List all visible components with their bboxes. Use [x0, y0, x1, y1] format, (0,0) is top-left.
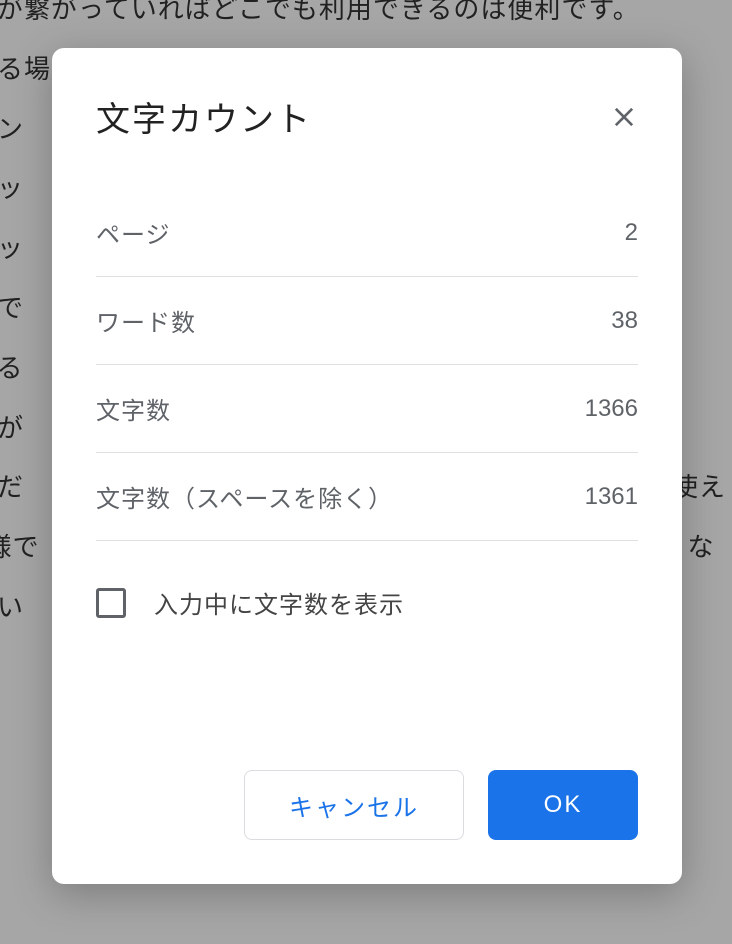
dialog-actions: キャンセル OK	[96, 770, 638, 840]
close-icon[interactable]	[610, 103, 638, 131]
stat-chars-no-spaces-row: 文字数（スペースを除く） 1361	[96, 453, 638, 541]
dialog-header: 文字カウント	[96, 92, 638, 141]
show-live-count-checkbox[interactable]	[96, 588, 126, 618]
stat-pages-value: 2	[625, 219, 638, 247]
cancel-button[interactable]: キャンセル	[244, 770, 464, 840]
stat-words-value: 38	[611, 307, 638, 335]
stat-chars-label: 文字数	[96, 391, 171, 426]
stat-chars-value: 1366	[585, 395, 638, 423]
ok-button[interactable]: OK	[488, 770, 638, 840]
stat-pages-label: ページ	[96, 215, 171, 250]
stat-chars-row: 文字数 1366	[96, 365, 638, 453]
dialog-title: 文字カウント	[96, 92, 312, 141]
stat-words-row: ワード数 38	[96, 277, 638, 365]
show-live-count-label: 入力中に文字数を表示	[154, 585, 404, 620]
word-count-dialog: 文字カウント ページ 2 ワード数 38 文字数 1366 文字数（スペースを除…	[52, 48, 682, 884]
stat-chars-no-spaces-value: 1361	[585, 483, 638, 511]
stat-words-label: ワード数	[96, 303, 196, 338]
stat-pages-row: ページ 2	[96, 189, 638, 277]
show-live-count-checkbox-row[interactable]: 入力中に文字数を表示	[96, 585, 638, 620]
stat-chars-no-spaces-label: 文字数（スペースを除く）	[96, 479, 393, 514]
